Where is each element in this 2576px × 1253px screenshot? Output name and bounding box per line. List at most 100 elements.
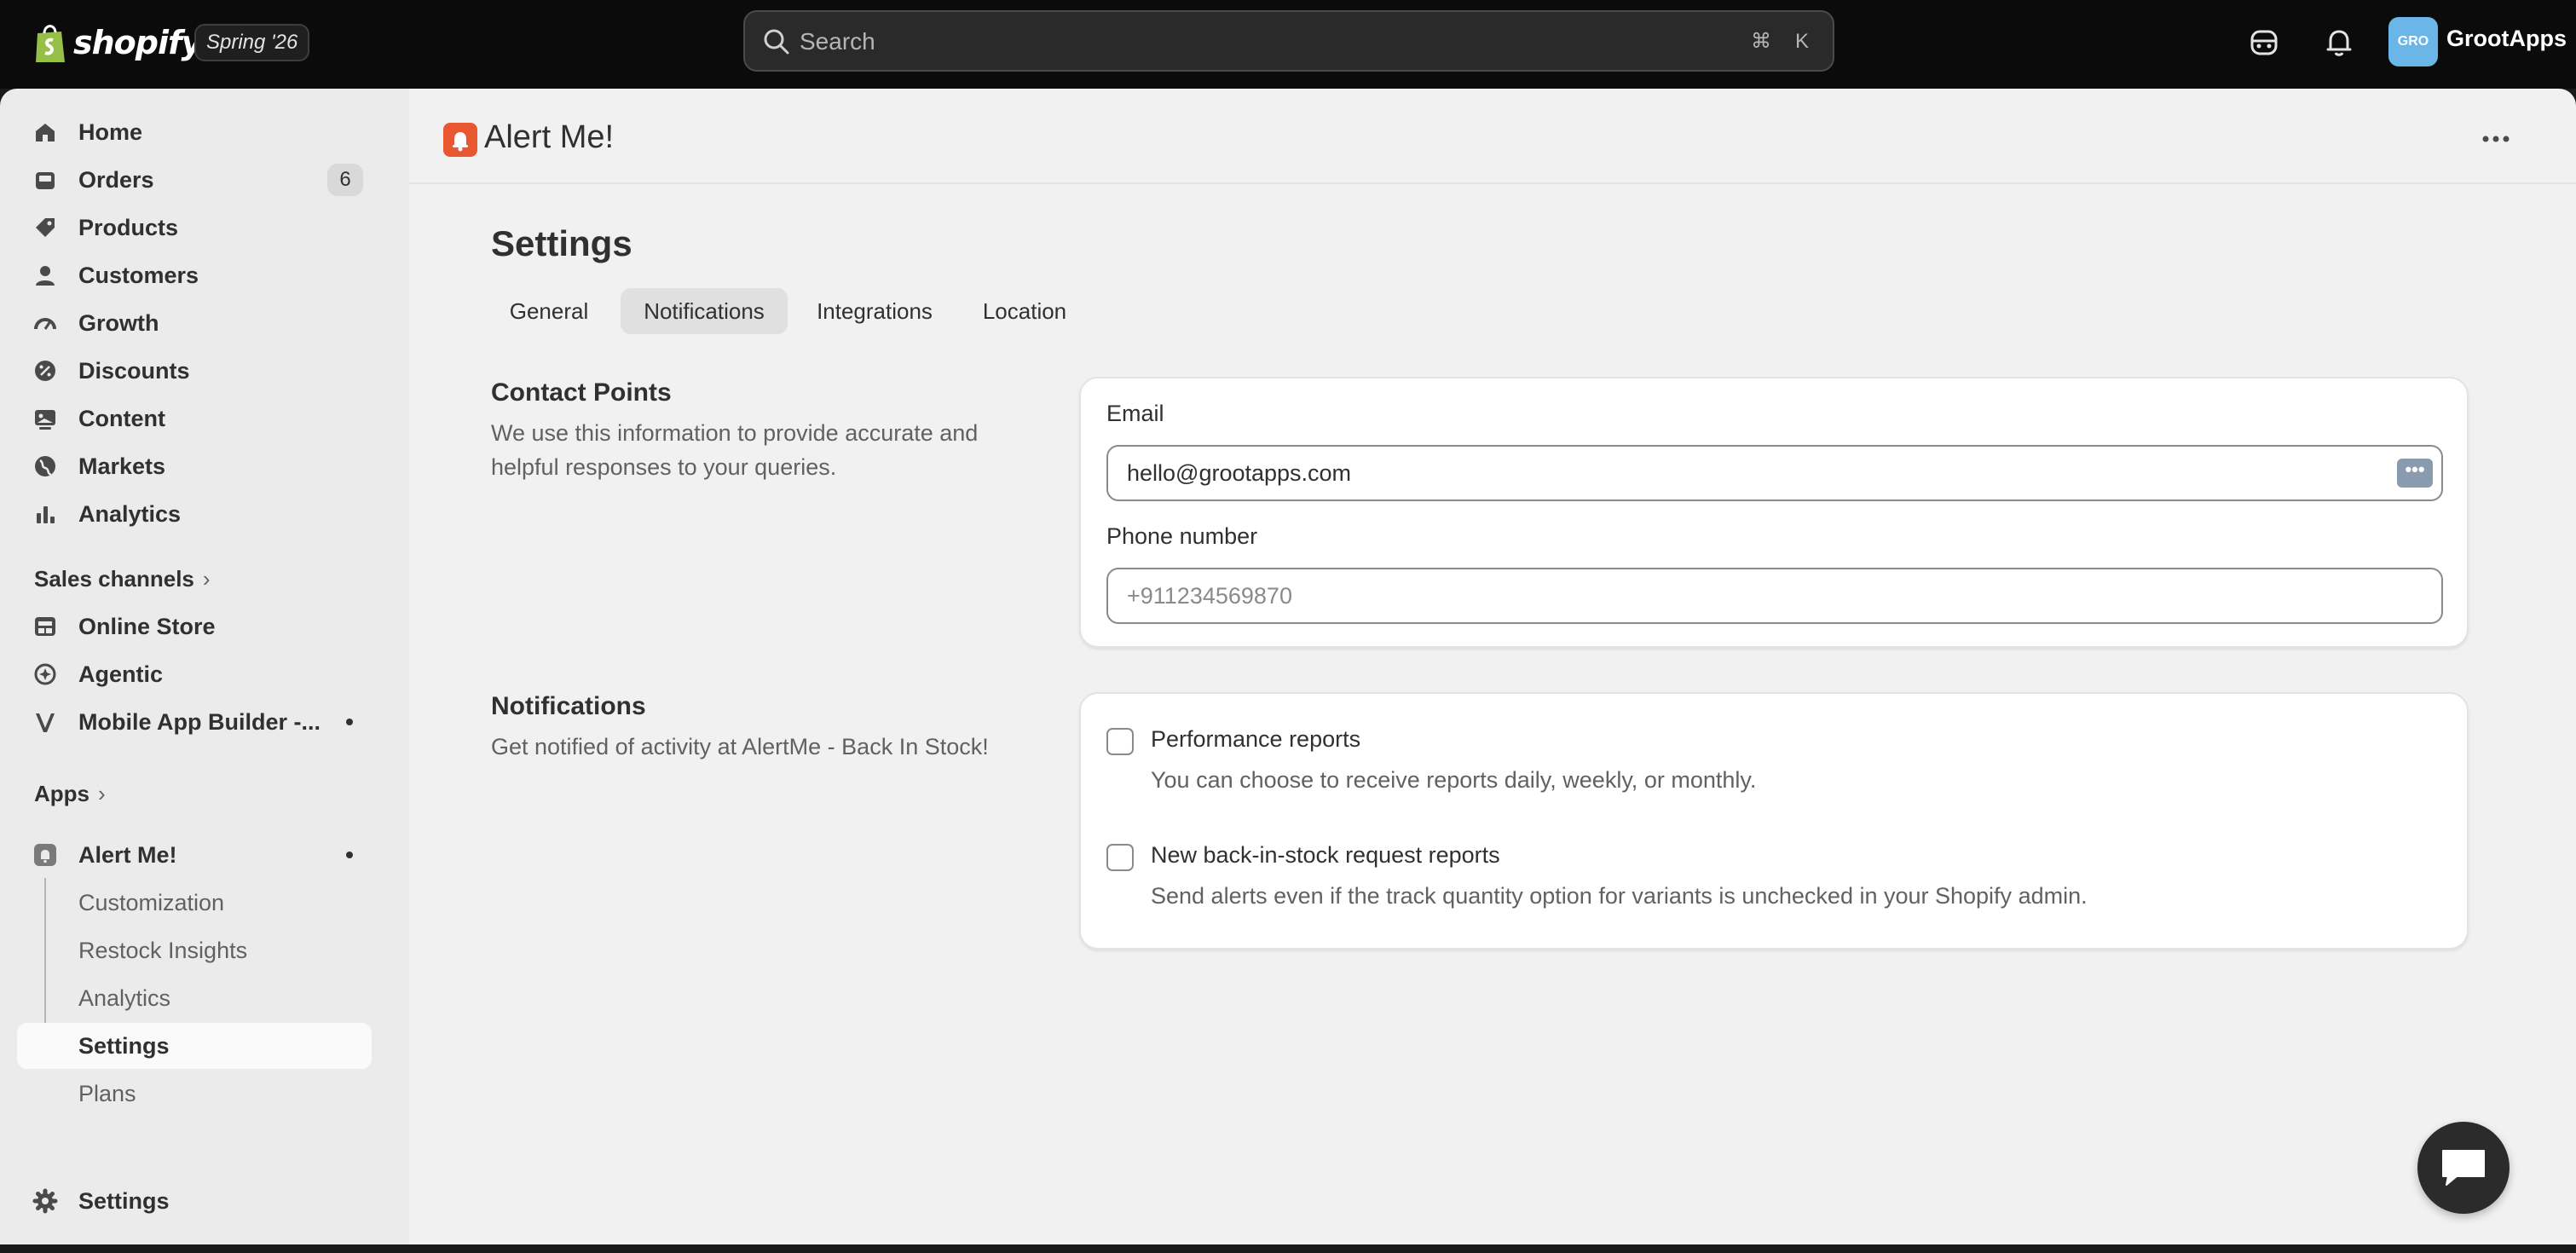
sidebar-subitem-customization[interactable]: Customization	[17, 880, 372, 926]
shortcut-k-key: K	[1795, 30, 1810, 53]
v-logo-icon	[32, 709, 58, 735]
sidebar-item-products[interactable]: Products	[17, 205, 372, 251]
store-name[interactable]: GrootApps	[2446, 26, 2567, 52]
email-label: Email	[1106, 401, 1164, 426]
sidebar-item-discounts[interactable]: Discounts	[17, 348, 372, 394]
back-in-stock-reports-help: Send alerts even if the track quantity o…	[1151, 883, 2088, 909]
sparkle-icon	[32, 661, 58, 687]
tab-integrations[interactable]: Integrations	[800, 288, 950, 334]
performance-reports-label[interactable]: Performance reports	[1151, 726, 1360, 753]
sidebar-item-home[interactable]: Home	[17, 109, 372, 155]
sidebar-subitem-settings[interactable]: Settings	[17, 1023, 372, 1069]
phone-field[interactable]	[1106, 568, 2443, 624]
globe-icon	[32, 453, 58, 479]
sidebar-subitem-restock-insights[interactable]: Restock Insights	[17, 927, 372, 973]
sidebar-subitem-plans-label: Plans	[78, 1080, 136, 1106]
sidebar-item-markets[interactable]: Markets	[17, 443, 372, 489]
sidebar-item-customers-label: Customers	[78, 262, 199, 288]
password-manager-icon[interactable]: •••	[2397, 459, 2433, 488]
back-in-stock-reports-label[interactable]: New back-in-stock request reports	[1151, 842, 1500, 869]
brand-name: shopify	[73, 24, 202, 61]
sidebar-item-analytics[interactable]: Analytics	[17, 491, 372, 537]
unread-dot	[346, 852, 353, 858]
store-avatar[interactable]: GRO	[2388, 17, 2438, 66]
search-icon	[764, 29, 789, 55]
sidebar-item-mobile-app-builder-label: Mobile App Builder -...	[78, 708, 321, 735]
tab-general[interactable]: General	[491, 288, 607, 334]
sidebar-item-content-label: Content	[78, 405, 165, 431]
sidebar-item-agentic-label: Agentic	[78, 661, 164, 687]
bell-icon	[2326, 30, 2352, 56]
sidebar-item-orders-label: Orders	[78, 166, 154, 193]
orders-icon	[32, 167, 58, 193]
performance-reports-help: You can choose to receive reports daily,…	[1151, 767, 1757, 793]
back-in-stock-reports-checkbox[interactable]	[1106, 844, 1134, 871]
chat-button[interactable]	[2417, 1122, 2510, 1214]
email-field[interactable]	[1106, 445, 2443, 501]
sidebar-item-discounts-label: Discounts	[78, 357, 190, 384]
top-bar: shopify Spring '26 Search ⌘ K GRO GrootA…	[0, 0, 2576, 89]
tag-icon	[32, 215, 58, 240]
app-title: Alert Me!	[484, 119, 615, 155]
sidebar-item-alert-me-label: Alert Me!	[78, 841, 177, 868]
sidebar-item-home-label: Home	[78, 118, 143, 145]
sidebar-item-orders[interactable]: Orders 6	[17, 157, 372, 203]
more-horizontal-icon	[2482, 136, 2510, 142]
sidebar-item-online-store[interactable]: Online Store	[17, 603, 372, 650]
sidebar-item-growth[interactable]: Growth	[17, 300, 372, 346]
shopify-bag-icon	[36, 25, 65, 62]
orders-count-badge: 6	[327, 164, 363, 196]
shortcut-cmd-key: ⌘	[1751, 30, 1771, 53]
chevron-right-icon: ›	[98, 781, 106, 806]
edition-badge[interactable]: Spring '26	[194, 24, 310, 61]
sidebar-item-agentic[interactable]: Agentic	[17, 651, 372, 697]
sidekick-button[interactable]	[2245, 24, 2283, 61]
performance-reports-checkbox[interactable]	[1106, 728, 1134, 755]
sidebar-item-growth-label: Growth	[78, 309, 159, 336]
contact-points-title: Contact Points	[491, 378, 672, 407]
sidebar-item-settings[interactable]: Settings	[17, 1178, 372, 1224]
contact-points-card: Email ••• Phone number	[1079, 377, 2469, 648]
apps-heading[interactable]: Apps ›	[34, 781, 106, 807]
tab-notifications[interactable]: Notifications	[621, 288, 788, 334]
notifications-button[interactable]	[2320, 24, 2358, 61]
bell-app-icon	[453, 132, 468, 152]
app-logo	[443, 123, 477, 157]
sidebar-item-alert-me[interactable]: Alert Me!	[17, 832, 372, 878]
unread-dot	[346, 719, 353, 725]
sidebar-item-content[interactable]: Content	[17, 396, 372, 442]
chevron-right-icon: ›	[202, 566, 211, 592]
more-actions-button[interactable]	[2474, 126, 2518, 152]
chat-icon	[2442, 1150, 2485, 1186]
person-icon	[32, 263, 58, 288]
sales-channels-label: Sales channels	[34, 566, 194, 592]
sidebar-item-analytics-label: Analytics	[78, 500, 182, 527]
store-icon	[32, 614, 58, 639]
search-bar[interactable]: Search ⌘ K	[743, 10, 1834, 72]
app-header: Alert Me!	[409, 89, 2576, 184]
search-placeholder: Search	[800, 28, 875, 55]
tab-location[interactable]: Location	[963, 288, 1086, 334]
discount-icon	[32, 358, 58, 384]
sidebar: Home Orders 6 Products Customers Growth Discou…	[0, 89, 409, 1244]
sidebar-item-customers[interactable]: Customers	[17, 252, 372, 298]
notifications-card: Performance reports You can choose to re…	[1079, 692, 2469, 950]
shopify-logo[interactable]: shopify	[32, 17, 202, 68]
sidebar-item-markets-label: Markets	[78, 453, 166, 479]
notifications-title: Notifications	[491, 692, 646, 720]
bell-app-icon	[32, 842, 58, 868]
sidebar-subitem-analytics[interactable]: Analytics	[17, 975, 372, 1021]
sidebar-item-mobile-app-builder[interactable]: Mobile App Builder -...	[17, 699, 372, 745]
contact-points-description: We use this information to provide accur…	[491, 420, 979, 480]
sidebar-item-settings-label: Settings	[78, 1187, 170, 1214]
sales-channels-heading[interactable]: Sales channels ›	[34, 566, 211, 592]
notifications-description: Get notified of activity at AlertMe - Ba…	[491, 734, 989, 759]
image-icon	[32, 406, 58, 431]
sidebar-item-online-store-label: Online Store	[78, 613, 216, 639]
sidekick-icon	[2250, 30, 2278, 55]
phone-label: Phone number	[1106, 523, 1258, 549]
sidebar-subitem-plans[interactable]: Plans	[17, 1071, 372, 1117]
gear-icon	[32, 1188, 58, 1214]
sidebar-subitem-restock-insights-label: Restock Insights	[78, 937, 248, 963]
sidebar-subitem-customization-label: Customization	[78, 889, 225, 915]
